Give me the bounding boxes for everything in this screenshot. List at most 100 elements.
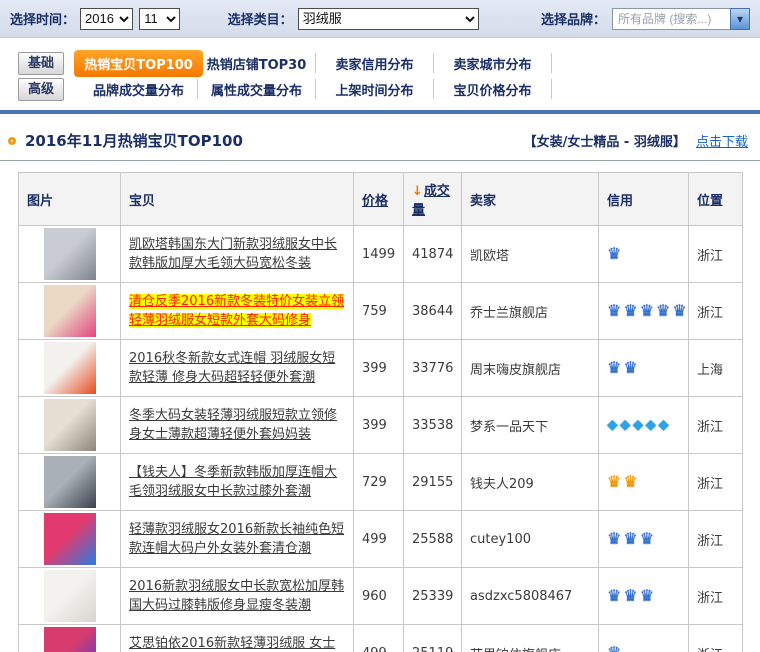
seller-cell: 梦系一品天下: [462, 397, 599, 454]
table-row: 2016新款羽绒服女中长款宽松加厚韩国大码过膝韩版修身显瘦冬装潮 960 253…: [19, 568, 743, 625]
price-cell: 499: [354, 511, 404, 568]
table-header-row: 图片 宝贝 价格 ↓成交量 卖家 信用 位置: [19, 173, 743, 226]
table-row: 【钱夫人】冬季新款韩版加厚连帽大毛领羽绒服女中长款过膝外套潮 729 29155…: [19, 454, 743, 511]
item-title-link[interactable]: 冬季大码女装轻薄羽绒服短款立领修身女士薄款超薄轻便外套妈妈装: [129, 408, 337, 442]
category-select[interactable]: 羽绒服: [298, 8, 479, 30]
orange-bullet-icon: [8, 137, 16, 145]
credit-icons: ♛♛♛♛♛: [599, 283, 689, 340]
item-title-link[interactable]: 轻薄款羽绒服女2016新款长袖纯色短款连帽大码户外女装外套清仓潮: [129, 522, 344, 556]
volume-cell: 25588: [404, 511, 462, 568]
month-select[interactable]: 11: [139, 8, 179, 30]
price-cell: 499: [354, 625, 404, 652]
location-cell: 浙江: [689, 568, 743, 625]
table-row: 凯欧塔韩国东大门新款羽绒服女中长款韩版加厚大毛领大码宽松冬装 1499 4187…: [19, 226, 743, 283]
brand-dropdown-button[interactable]: ▾: [730, 8, 750, 30]
product-image[interactable]: [44, 570, 96, 622]
tab-group-basic[interactable]: 基础: [18, 52, 64, 75]
volume-cell: 25119: [404, 625, 462, 652]
col-volume: ↓成交量: [404, 173, 462, 226]
table-row: 艾思铂依2016新款轻薄羽绒服 女士连帽短款大码户外外套超轻 499 25119…: [19, 625, 743, 652]
tab-seller-city-dist[interactable]: 卖家城市分布: [453, 54, 531, 73]
item-title-link[interactable]: 清仓反季2016新款冬装特价女装立领轻薄羽绒服女短款外套大码修身: [129, 294, 344, 328]
crown-blue-icon: ♛: [623, 358, 637, 377]
tab-hot-items-top100[interactable]: 热销宝贝TOP100: [74, 50, 203, 77]
col-credit: 信用: [599, 173, 689, 226]
crown-blue-icon: ♛: [656, 301, 670, 320]
time-filter-label: 选择时间：: [10, 9, 75, 28]
location-cell: 浙江: [689, 511, 743, 568]
product-image[interactable]: [44, 342, 96, 394]
breadcrumb: 【女装/女士精品 - 羽绒服】: [524, 135, 686, 150]
seller-cell: cutey100: [462, 511, 599, 568]
volume-cell: 33776: [404, 340, 462, 397]
tab-brand-volume-dist[interactable]: 品牌成交量分布: [93, 80, 184, 99]
crown-blue-icon: ♛: [623, 586, 637, 605]
col-image: 图片: [19, 173, 121, 226]
product-image[interactable]: [44, 228, 96, 280]
crown-blue-icon: ♛: [607, 529, 621, 548]
diamond-blue-icon: ◆: [633, 417, 644, 433]
price-sort-link[interactable]: 价格: [362, 194, 388, 209]
year-select[interactable]: 2016: [80, 8, 133, 30]
page-title: 2016年11月热销宝贝TOP100: [25, 130, 243, 151]
diamond-blue-icon: ◆: [645, 417, 656, 433]
crown-blue-icon: ♛: [640, 529, 654, 548]
col-item: 宝贝: [121, 173, 354, 226]
seller-cell: 乔士兰旗舰店: [462, 283, 599, 340]
item-title-link[interactable]: 【钱夫人】冬季新款韩版加厚连帽大毛领羽绒服女中长款过膝外套潮: [129, 465, 337, 499]
tab-listing-time-dist[interactable]: 上架时间分布: [335, 80, 413, 99]
report-header: 2016年11月热销宝贝TOP100 【女装/女士精品 - 羽绒服】 点击下载: [8, 130, 748, 151]
table-row: 冬季大码女装轻薄羽绒服短款立领修身女士薄款超薄轻便外套妈妈装 399 33538…: [19, 397, 743, 454]
seller-cell: 艾思铂依旗舰店: [462, 625, 599, 652]
price-cell: 1499: [354, 226, 404, 283]
crown-gold-icon: ♛: [623, 472, 637, 491]
product-image[interactable]: [44, 285, 96, 337]
crown-blue-icon: ♛: [607, 244, 621, 263]
item-title-link[interactable]: 凯欧塔韩国东大门新款羽绒服女中长款韩版加厚大毛领大码宽松冬装: [129, 237, 337, 271]
seller-cell: 周末嗨皮旗舰店: [462, 340, 599, 397]
tab-attribute-volume-dist[interactable]: 属性成交量分布: [211, 80, 302, 99]
tab-seller-credit-dist[interactable]: 卖家信用分布: [335, 54, 413, 73]
table-row: 清仓反季2016新款冬装特价女装立领轻薄羽绒服女短款外套大码修身 759 386…: [19, 283, 743, 340]
location-cell: 浙江: [689, 226, 743, 283]
crown-blue-icon: ♛: [672, 301, 686, 320]
credit-icons: ◆◆◆◆◆: [599, 397, 689, 454]
crown-blue-icon: ♛: [623, 301, 637, 320]
advanced-tab-row: 高级 品牌成交量分布 属性成交量分布 上架时间分布 宝贝价格分布: [18, 76, 760, 102]
item-title-link[interactable]: 2016秋冬新款女式连帽 羽绒服女短款轻薄 修身大码超轻轻便外套潮: [129, 351, 335, 385]
price-cell: 729: [354, 454, 404, 511]
download-link[interactable]: 点击下载: [696, 135, 748, 150]
product-image[interactable]: [44, 513, 96, 565]
location-cell: 浙江: [689, 625, 743, 652]
seller-cell: 凯欧塔: [462, 226, 599, 283]
diamond-blue-icon: ◆: [658, 417, 669, 433]
product-image[interactable]: [44, 627, 96, 652]
credit-icons: ♛♛: [599, 454, 689, 511]
volume-cell: 38644: [404, 283, 462, 340]
divider: [0, 160, 760, 161]
table-row: 2016秋冬新款女式连帽 羽绒服女短款轻薄 修身大码超轻轻便外套潮 399 33…: [19, 340, 743, 397]
basic-tab-row: 基础 热销宝贝TOP100 热销店铺TOP30 卖家信用分布 卖家城市分布: [18, 50, 760, 76]
brand-filter-label: 选择品牌：: [541, 9, 606, 28]
price-cell: 399: [354, 397, 404, 454]
tab-hot-shops-top30[interactable]: 热销店铺TOP30: [207, 54, 307, 73]
diamond-blue-icon: ◆: [620, 417, 631, 433]
product-image[interactable]: [44, 399, 96, 451]
price-cell: 960: [354, 568, 404, 625]
tab-group-advanced[interactable]: 高级: [18, 78, 64, 101]
product-image[interactable]: [44, 456, 96, 508]
seller-cell: 钱夫人209: [462, 454, 599, 511]
brand-search-input[interactable]: [612, 8, 730, 30]
item-title-link[interactable]: 艾思铂依2016新款轻薄羽绒服 女士连帽短款大码户外外套超轻: [129, 636, 335, 652]
price-cell: 759: [354, 283, 404, 340]
col-location: 位置: [689, 173, 743, 226]
item-title-link[interactable]: 2016新款羽绒服女中长款宽松加厚韩国大码过膝韩版修身显瘦冬装潮: [129, 579, 344, 613]
col-price: 价格: [354, 173, 404, 226]
tab-item-price-dist[interactable]: 宝贝价格分布: [453, 80, 531, 99]
volume-cell: 25339: [404, 568, 462, 625]
tab-divider-bar: [0, 110, 760, 114]
crown-blue-icon: ♛: [607, 358, 621, 377]
price-cell: 399: [354, 340, 404, 397]
table-row: 轻薄款羽绒服女2016新款长袖纯色短款连帽大码户外女装外套清仓潮 499 255…: [19, 511, 743, 568]
col-seller: 卖家: [462, 173, 599, 226]
